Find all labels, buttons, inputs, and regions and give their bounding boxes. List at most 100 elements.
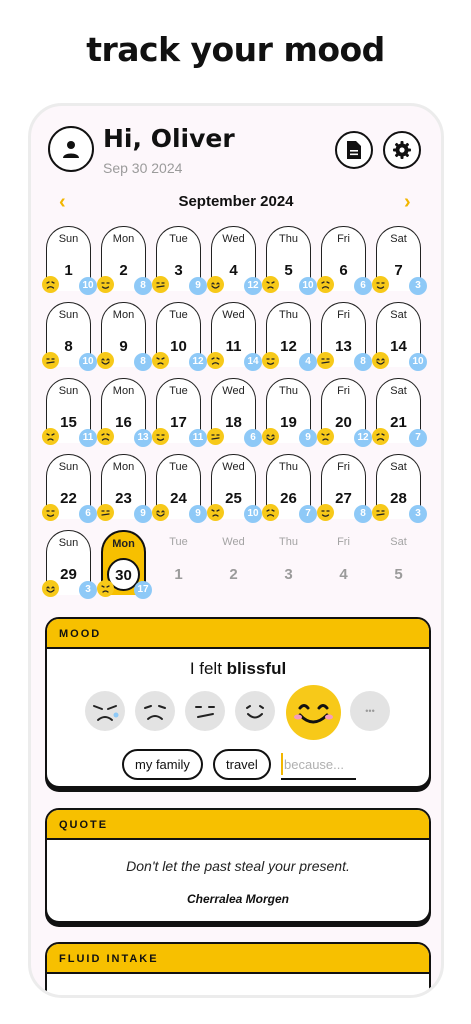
weekday-label: Sun — [58, 233, 79, 245]
mood-emoji-icon — [372, 428, 389, 445]
weekday-label: Tue — [169, 461, 188, 473]
mood-emoji-icon — [372, 504, 389, 521]
app-screen: Hi, Oliver Sep 30 2024 ‹ September 2024 … — [28, 103, 444, 998]
entry-count-badge: 4 — [299, 353, 317, 371]
mood-option-neutral-icon[interactable] — [185, 691, 225, 731]
mood-option-sad-icon[interactable] — [135, 691, 175, 731]
weekday-label: Fri — [337, 309, 350, 321]
weekday-label: Sun — [58, 385, 79, 397]
mood-emoji-icon — [262, 276, 279, 293]
weekday-label: Mon — [112, 233, 135, 245]
current-date: Sep 30 2024 — [103, 160, 183, 176]
greeting: Hi, Oliver — [103, 124, 235, 153]
mood-emoji-icon — [372, 352, 389, 369]
entry-count-badge: 9 — [189, 277, 207, 295]
calendar-day-future: Wed 2 — [211, 530, 256, 595]
mood-option-content-icon[interactable] — [235, 691, 275, 731]
mood-prefix: I felt — [189, 659, 222, 678]
mood-emoji-icon — [152, 352, 169, 369]
calendar-day-future: Thu 3 — [266, 530, 311, 595]
entry-count-badge: 14 — [244, 353, 262, 371]
weekday-label: Sat — [390, 461, 407, 473]
entry-count-badge: 3 — [409, 505, 427, 523]
entry-count-badge: 7 — [409, 429, 427, 447]
weekday-label: Wed — [222, 536, 245, 548]
calendar-day-future: Tue 1 — [156, 530, 201, 595]
weekday-label: Sat — [390, 385, 407, 397]
weekday-label: Wed — [222, 461, 245, 473]
calendar-day-future: Fri 4 — [321, 530, 366, 595]
weekday-label: Sun — [58, 461, 79, 473]
entry-count-badge: 9 — [134, 505, 152, 523]
entry-count-badge: 9 — [189, 505, 207, 523]
entry-count-badge: 8 — [354, 505, 372, 523]
next-month-chevron-icon[interactable]: › — [404, 191, 411, 214]
weekday-label: Wed — [222, 233, 245, 245]
weekday-label: Wed — [222, 385, 245, 397]
weekday-label: Sun — [58, 537, 79, 549]
mood-emoji-icon — [372, 276, 389, 293]
user-icon — [63, 141, 79, 158]
calendar-day-future: Sat 5 — [376, 530, 421, 595]
mood-option-crying-icon[interactable] — [85, 691, 125, 731]
mood-emoji-icon — [42, 352, 59, 369]
text-cursor — [281, 753, 283, 775]
mood-emoji-icon — [262, 504, 279, 521]
weekday-label: Fri — [337, 385, 350, 397]
calendar-grid: Sun 1 10 Mon 2 8 Tue 3 9 Wed 4 12 Thu 5 10 Fri 6 6 Sat 7 3 Su… — [31, 226, 441, 606]
quote-section-label: QUOTE — [47, 810, 429, 840]
mood-emoji-icon — [97, 352, 114, 369]
settings-button[interactable] — [383, 131, 421, 169]
weekday-label: Tue — [169, 233, 188, 245]
mood-emoji-icon — [317, 276, 334, 293]
mood-emoji-icon — [207, 352, 224, 369]
weekday-label: Sat — [390, 233, 407, 245]
entry-count-badge: 13 — [134, 429, 152, 447]
day-number: 2 — [229, 566, 238, 583]
quote-text: Don't let the past steal your present. — [126, 858, 350, 874]
weekday-label: Thu — [279, 309, 298, 321]
mood-emoji-icon — [152, 504, 169, 521]
entry-count-badge: 11 — [189, 429, 207, 447]
mood-summary: I felt blissful — [47, 659, 429, 679]
entry-count-badge: 17 — [134, 581, 152, 599]
entry-count-badge: 3 — [409, 277, 427, 295]
entry-count-badge: 8 — [134, 353, 152, 371]
mood-emoji-icon — [42, 580, 59, 597]
weekday-label: Sun — [58, 309, 79, 321]
mood-emoji-icon — [97, 504, 114, 521]
weekday-label: Mon — [112, 538, 135, 550]
entry-count-badge: 12 — [354, 429, 372, 447]
weekday-label: Mon — [112, 309, 135, 321]
weekday-label: Wed — [222, 309, 245, 321]
profile-avatar[interactable] — [48, 126, 94, 172]
day-number: 1 — [174, 566, 183, 583]
entry-count-badge: 12 — [244, 277, 262, 295]
reason-input[interactable]: because... — [281, 750, 356, 780]
mood-emoji-icon — [207, 276, 224, 293]
weekday-label: Thu — [279, 461, 298, 473]
entry-count-badge: 6 — [79, 505, 97, 523]
weekday-label: Thu — [279, 233, 298, 245]
mood-option-blissful-icon[interactable] — [286, 685, 341, 740]
weekday-label: Tue — [169, 385, 188, 397]
mood-emoji-icon — [152, 428, 169, 445]
weekday-label: Sat — [390, 309, 407, 321]
weekday-label: Sat — [390, 536, 407, 548]
weekday-label: Thu — [279, 536, 298, 548]
entry-count-badge: 9 — [299, 429, 317, 447]
entry-count-badge: 6 — [244, 429, 262, 447]
tag-chip[interactable]: travel — [213, 749, 271, 780]
fluid-section-label: FLUID INTAKE — [47, 944, 429, 974]
more-moods-button[interactable]: ••• — [350, 691, 390, 731]
weekday-label: Thu — [279, 385, 298, 397]
weekday-label: Fri — [337, 461, 350, 473]
weekday-label: Fri — [337, 536, 350, 548]
mood-emoji-icon — [152, 276, 169, 293]
mood-emoji-icon — [262, 352, 279, 369]
journal-button[interactable] — [335, 131, 373, 169]
tag-chip[interactable]: my family — [122, 749, 203, 780]
entry-count-badge: 10 — [244, 505, 262, 523]
mood-emoji-icon — [42, 504, 59, 521]
day-number: 3 — [284, 566, 293, 583]
